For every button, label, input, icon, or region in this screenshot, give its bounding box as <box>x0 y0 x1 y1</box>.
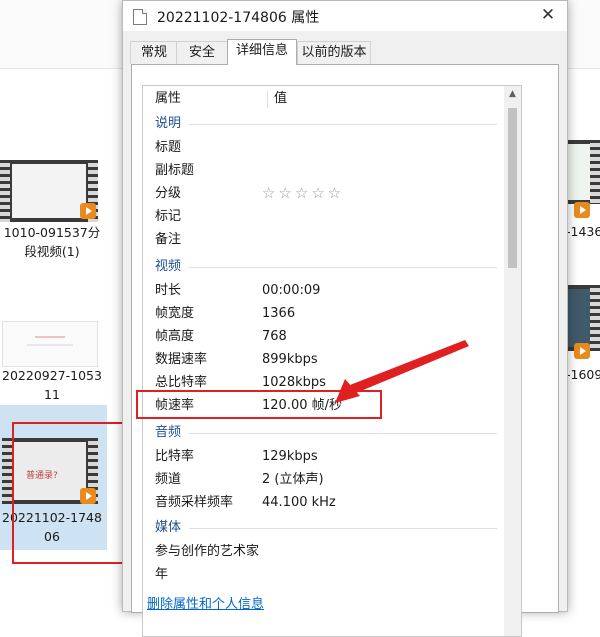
tab-details[interactable]: 详细信息 <box>227 39 297 65</box>
play-icon <box>80 203 96 219</box>
property-row[interactable]: 帧高度 768 <box>143 325 503 348</box>
property-row[interactable]: 备注 <box>143 228 503 251</box>
section-media: 媒体 <box>143 516 503 539</box>
property-row[interactable]: 年 <box>143 563 503 586</box>
section-video: 视频 <box>143 255 503 278</box>
file-label: -1436 <box>566 224 600 239</box>
tab-previous-versions[interactable]: 以前的版本 <box>297 41 371 64</box>
property-row[interactable]: 音频采样频率 44.100 kHz <box>143 491 503 514</box>
file-item-right-2[interactable]: -1609 <box>566 285 600 385</box>
file-item-20220927[interactable]: 20220927-1053 11 <box>0 318 104 402</box>
scrollbar-thumb[interactable] <box>508 108 517 268</box>
play-icon <box>574 343 590 359</box>
property-row[interactable]: 副标题 <box>143 159 503 182</box>
document-thumbnail <box>2 321 98 367</box>
file-item-right-1[interactable]: -1436 <box>566 140 600 250</box>
property-row[interactable]: 频道 2 (立体声) <box>143 468 503 491</box>
details-panel: 属性 值 说明 标题 副标题 分级 ☆☆☆☆☆ 标记 备注 视频 时长 00:00:… <box>131 64 559 637</box>
tab-strip: 常规 安全 详细信息 以前的版本 <box>123 39 567 65</box>
rating-stars[interactable]: ☆☆☆☆☆ <box>262 182 344 205</box>
property-row[interactable]: 参与创作的艺术家 <box>143 540 503 563</box>
tab-security[interactable]: 安全 <box>176 41 228 64</box>
file-icon <box>133 9 147 25</box>
tab-general[interactable]: 常规 <box>130 41 178 64</box>
play-icon <box>574 202 590 218</box>
list-header: 属性 值 <box>143 86 503 112</box>
property-row[interactable]: 比特率 129kbps <box>143 445 503 468</box>
vertical-scrollbar[interactable]: ▲ <box>504 86 521 636</box>
properties-dialog: 20221102-174806 属性 ✕ 常规 安全 详细信息 以前的版本 属性… <box>122 0 568 637</box>
property-row[interactable]: 标题 <box>143 136 503 159</box>
property-row[interactable]: 标记 <box>143 205 503 228</box>
property-list[interactable]: 属性 值 说明 标题 副标题 分级 ☆☆☆☆☆ 标记 备注 视频 时长 00:00:… <box>142 85 522 637</box>
column-value[interactable]: 值 <box>274 86 287 112</box>
close-button[interactable]: ✕ <box>535 4 561 28</box>
section-audio: 音频 <box>143 421 503 444</box>
property-row[interactable]: 时长 00:00:09 <box>143 279 503 302</box>
property-row[interactable]: 分级 ☆☆☆☆☆ <box>143 182 503 205</box>
file-item-1010[interactable]: 1010-091537分 段视频(1) <box>0 155 100 265</box>
video-thumbnail <box>566 285 600 351</box>
video-thumbnail <box>566 140 600 204</box>
file-label: 1010-091537分 段视频(1) <box>3 225 101 259</box>
remove-properties-link[interactable]: 删除属性和个人信息 <box>147 593 264 612</box>
scroll-up-icon[interactable]: ▲ <box>504 86 521 103</box>
column-property[interactable]: 属性 <box>155 86 181 112</box>
file-label: -1609 <box>566 367 600 382</box>
annotation-file-highlight <box>12 422 124 564</box>
property-row[interactable]: 帧宽度 1366 <box>143 302 503 325</box>
dialog-title: 20221102-174806 属性 <box>157 10 320 26</box>
title-bar[interactable]: 20221102-174806 属性 ✕ <box>123 1 567 31</box>
annotation-frame-rate-box <box>136 390 382 419</box>
section-description: 说明 <box>143 112 503 135</box>
property-row[interactable]: 数据速率 899kbps <box>143 348 503 371</box>
file-label: 20220927-1053 11 <box>2 368 102 402</box>
